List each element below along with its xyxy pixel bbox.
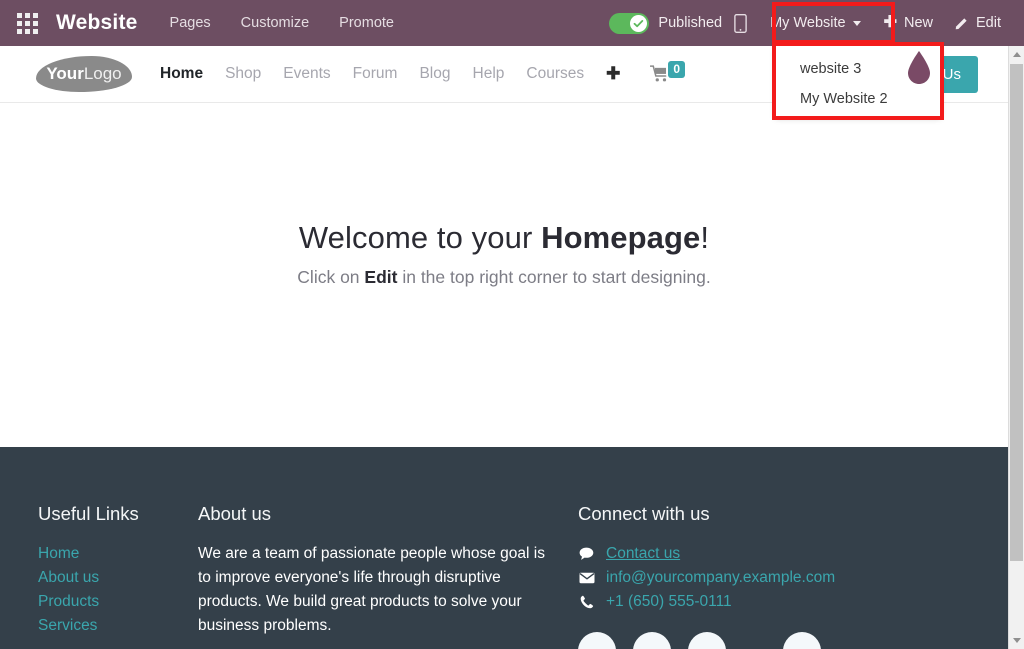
page-content: Welcome to your Homepage! Click on Edit … bbox=[0, 103, 1008, 447]
website-footer: Useful Links Home About us Products Serv… bbox=[0, 447, 1008, 649]
welcome-heading: Welcome to your Homepage! bbox=[0, 220, 1008, 256]
footer-link-about-us[interactable]: About us bbox=[38, 566, 198, 590]
nav-item-forum[interactable]: Forum bbox=[353, 65, 398, 83]
publish-switch-track[interactable] bbox=[609, 13, 649, 34]
nav-item-help[interactable]: Help bbox=[473, 65, 505, 83]
welcome-subtext-prefix: Click on bbox=[297, 267, 364, 287]
welcome-heading-prefix: Welcome to your bbox=[299, 220, 541, 255]
my-website-selector[interactable]: My Website bbox=[758, 0, 872, 46]
add-page-plus-icon[interactable]: ✚ bbox=[606, 64, 620, 84]
footer-social-row bbox=[578, 632, 938, 649]
footer-email-link[interactable]: info@yourcompany.example.com bbox=[606, 566, 835, 590]
new-button[interactable]: ✚ New bbox=[873, 0, 944, 46]
menu-item-pages[interactable]: Pages bbox=[170, 15, 211, 31]
welcome-block: Welcome to your Homepage! Click on Edit … bbox=[0, 103, 1008, 288]
scrollbar-thumb[interactable] bbox=[1010, 64, 1023, 561]
mobile-preview-button[interactable] bbox=[722, 14, 758, 33]
nav-item-home[interactable]: Home bbox=[160, 65, 203, 83]
welcome-heading-suffix: ! bbox=[700, 220, 709, 255]
pencil-icon bbox=[955, 16, 969, 30]
welcome-subtext: Click on Edit in the top right corner to… bbox=[0, 267, 1008, 288]
publish-switch-knob bbox=[630, 15, 647, 32]
footer-connect-title: Connect with us bbox=[578, 503, 938, 525]
vertical-scrollbar[interactable] bbox=[1008, 46, 1024, 649]
logo-text-bold: Your bbox=[46, 64, 83, 83]
chevron-down-icon bbox=[853, 21, 861, 26]
social-github-icon[interactable] bbox=[783, 632, 821, 649]
cart-count-badge: 0 bbox=[668, 61, 685, 78]
menu-item-customize[interactable]: Customize bbox=[241, 15, 310, 31]
edit-button[interactable]: Edit bbox=[944, 0, 1012, 46]
check-icon bbox=[633, 18, 644, 29]
browser-viewport: Website Pages Customize Promote Publishe… bbox=[0, 0, 1024, 649]
footer-column-useful-links: Useful Links Home About us Products Serv… bbox=[38, 503, 198, 649]
odoo-top-navbar: Website Pages Customize Promote Publishe… bbox=[0, 0, 1024, 46]
publish-toggle[interactable]: Published bbox=[609, 13, 722, 34]
website-logo[interactable]: YourLogo bbox=[36, 56, 132, 92]
footer-link-products[interactable]: Products bbox=[38, 590, 198, 614]
footer-column-connect: Connect with us Contact us bbox=[578, 503, 938, 649]
phone-icon bbox=[578, 595, 595, 609]
footer-link-services[interactable]: Services bbox=[38, 614, 198, 638]
welcome-subtext-bold: Edit bbox=[364, 267, 397, 287]
footer-contact-us-link[interactable]: Contact us bbox=[606, 542, 680, 566]
nav-item-blog[interactable]: Blog bbox=[419, 65, 450, 83]
nav-item-events[interactable]: Events bbox=[283, 65, 330, 83]
footer-column-about: About us We are a team of passionate peo… bbox=[198, 503, 578, 649]
my-website-selector-label: My Website bbox=[770, 15, 845, 31]
app-name-website[interactable]: Website bbox=[56, 11, 138, 35]
footer-about-text: We are a team of passionate people whose… bbox=[198, 542, 558, 638]
dropdown-item-my-website-2[interactable]: My Website 2 bbox=[776, 84, 940, 114]
teardrop-cursor bbox=[905, 50, 933, 86]
new-button-label: New bbox=[904, 15, 933, 31]
nav-item-courses[interactable]: Courses bbox=[526, 65, 584, 83]
footer-phone-link[interactable]: +1 (650) 555-0111 bbox=[606, 590, 732, 614]
odoo-topbar-right-actions: Published My Website ✚ New bbox=[609, 0, 1024, 46]
publish-status-label: Published bbox=[658, 15, 722, 31]
odoo-main-menu: Pages Customize Promote bbox=[170, 15, 394, 31]
logo-text: YourLogo bbox=[46, 64, 121, 84]
footer-email-row: info@yourcompany.example.com bbox=[578, 566, 938, 590]
footer-about-title: About us bbox=[198, 503, 578, 525]
menu-item-promote[interactable]: Promote bbox=[339, 15, 394, 31]
shopping-cart-button[interactable]: 0 bbox=[650, 65, 685, 84]
apps-menu-button[interactable] bbox=[10, 0, 44, 46]
arrow-down-icon bbox=[1013, 638, 1021, 643]
footer-contact-row: Contact us bbox=[578, 542, 938, 566]
footer-phone-row: +1 (650) 555-0111 bbox=[578, 590, 938, 614]
welcome-subtext-suffix: in the top right corner to start designi… bbox=[397, 267, 710, 287]
plus-icon: ✚ bbox=[884, 15, 897, 31]
footer-useful-links-title: Useful Links bbox=[38, 503, 198, 525]
logo-text-light: Logo bbox=[84, 64, 122, 83]
envelope-icon bbox=[578, 572, 595, 584]
footer-columns: Useful Links Home About us Products Serv… bbox=[0, 447, 1008, 649]
scrollbar-arrow-up[interactable] bbox=[1009, 46, 1024, 63]
nav-item-shop[interactable]: Shop bbox=[225, 65, 261, 83]
arrow-up-icon bbox=[1013, 52, 1021, 57]
welcome-heading-bold: Homepage bbox=[541, 220, 700, 255]
mobile-phone-icon bbox=[734, 14, 747, 33]
social-linkedin-icon[interactable] bbox=[688, 632, 726, 649]
website-nav: Home Shop Events Forum Blog Help Courses… bbox=[160, 64, 620, 84]
footer-link-home[interactable]: Home bbox=[38, 542, 198, 566]
scrollbar-arrow-down[interactable] bbox=[1009, 632, 1024, 649]
comment-icon bbox=[578, 547, 595, 561]
social-twitter-icon[interactable] bbox=[633, 632, 671, 649]
apps-grid-icon bbox=[17, 13, 38, 34]
edit-button-label: Edit bbox=[976, 15, 1001, 31]
social-facebook-icon[interactable] bbox=[578, 632, 616, 649]
